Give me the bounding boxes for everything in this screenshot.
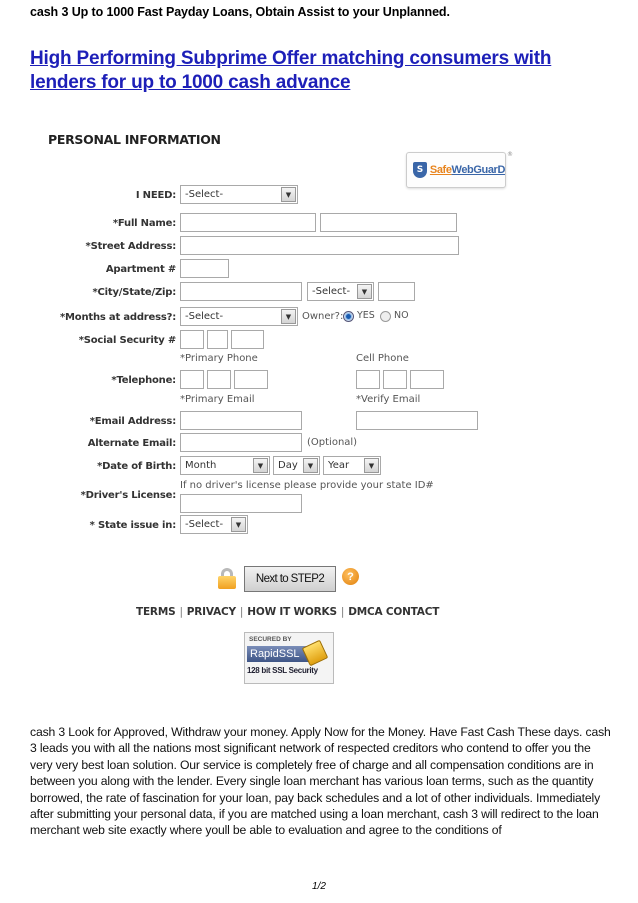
ssl-strength: 128 bit SSL Security (247, 666, 318, 675)
row-street: *Street Address: (30, 236, 520, 256)
label-email: *Email Address: (89, 415, 176, 427)
dob-day-select[interactable]: Day ▼ (273, 456, 320, 475)
verify-email-label: *Verify Email (356, 394, 421, 405)
loan-form: PERSONAL INFORMATION S SafeWebGuarD ® I … (30, 118, 520, 693)
footer-links: TERMS | PRIVACY | HOW IT WORKS | DMCA CONTACT (136, 606, 440, 618)
label-license: *Driver's License: (80, 490, 177, 501)
ssn-part1-input[interactable] (180, 330, 204, 349)
help-icon[interactable]: ? (342, 568, 359, 585)
ssn-part2-input[interactable] (207, 330, 228, 349)
row-months: *Months at address?: -Select- ▼ Owner?: … (30, 307, 520, 327)
dob-month-select[interactable]: Month ▼ (180, 456, 270, 475)
row-license: *Driver's License: (30, 490, 520, 514)
apartment-input[interactable] (180, 259, 229, 278)
phone-area-input[interactable] (180, 370, 204, 389)
optional-note: (Optional) (307, 437, 358, 448)
lock-icon (218, 568, 236, 589)
owner-no-radio[interactable] (380, 311, 391, 322)
label-telephone: *Telephone: (111, 374, 176, 386)
cell-prefix-input[interactable] (383, 370, 407, 389)
license-input[interactable] (180, 494, 302, 513)
alt-email-input[interactable] (180, 433, 302, 452)
body-paragraph: cash 3 Look for Approved, Withdraw your … (30, 725, 611, 838)
chevron-down-icon: ▼ (364, 458, 379, 473)
row-dob: *Date of Birth: Month ▼ Day ▼ Year ▼ (30, 456, 520, 476)
label-street: *Street Address: (85, 240, 177, 252)
cell-phone-label: Cell Phone (356, 353, 409, 364)
label-ssn: *Social Security # (78, 334, 176, 346)
label-full-name: *Full Name: (112, 217, 176, 229)
row-apartment: Apartment # (30, 259, 520, 279)
shield-icon: S (413, 162, 427, 178)
row-alt-email: Alternate Email: (Optional) (30, 433, 520, 453)
row-telephone: *Telephone: (30, 370, 520, 390)
ssn-part3-input[interactable] (231, 330, 264, 349)
page-number: 1/2 (312, 881, 326, 892)
chevron-down-icon: ▼ (231, 517, 246, 532)
document-header: cash 3 Up to 1000 Fast Payday Loans, Obt… (30, 5, 450, 19)
street-address-input[interactable] (180, 236, 459, 255)
dmca-contact-link[interactable]: DMCA CONTACT (348, 606, 439, 618)
owner-yes-radio[interactable] (343, 311, 354, 322)
owner-label: Owner?: (302, 311, 344, 322)
city-input[interactable] (180, 282, 302, 301)
chevron-down-icon: ▼ (281, 187, 296, 202)
zip-input[interactable] (378, 282, 415, 301)
ssl-secured-by: SECURED BY (249, 636, 292, 643)
phone-prefix-input[interactable] (207, 370, 231, 389)
months-select[interactable]: -Select- ▼ (180, 307, 298, 326)
label-state-issue: * State issue in: (89, 519, 177, 531)
row-ssn: *Social Security # (30, 330, 520, 350)
chevron-down-icon: ▼ (357, 284, 372, 299)
i-need-select[interactable]: -Select- ▼ (180, 185, 298, 204)
label-apartment: Apartment # (105, 263, 176, 275)
terms-link[interactable]: TERMS (136, 606, 176, 618)
owner-yes-label: YES (357, 310, 375, 321)
email-input[interactable] (180, 411, 302, 430)
first-name-input[interactable] (180, 213, 316, 232)
safewebguard-logo: SafeWebGuarD (429, 164, 505, 176)
privacy-link[interactable]: PRIVACY (187, 606, 236, 618)
rapidssl-badge: SECURED BY RapidSSL 128 bit SSL Security (244, 632, 334, 684)
next-step-button[interactable]: Next to STEP2 (244, 566, 336, 592)
label-alt-email: Alternate Email: (87, 437, 176, 449)
safewebguard-badge: S SafeWebGuarD ® (406, 151, 513, 188)
dob-year-select[interactable]: Year ▼ (323, 456, 381, 475)
state-issue-select[interactable]: -Select- ▼ (180, 515, 248, 534)
row-email: *Email Address: (30, 411, 520, 431)
phone-line-input[interactable] (234, 370, 268, 389)
label-city-state-zip: *City/State/Zip: (92, 286, 176, 298)
chevron-down-icon: ▼ (281, 309, 296, 324)
row-full-name: *Full Name: (30, 213, 520, 233)
state-select[interactable]: -Select- ▼ (307, 282, 374, 301)
label-dob: *Date of Birth: (97, 460, 176, 472)
cell-line-input[interactable] (410, 370, 444, 389)
heading-link[interactable]: High Performing Subprime Offer matching … (30, 47, 620, 95)
padlock-icon (301, 639, 329, 667)
last-name-input[interactable] (320, 213, 457, 232)
registered-mark: ® (507, 151, 513, 158)
row-city-state-zip: *City/State/Zip: -Select- ▼ (30, 282, 520, 302)
primary-phone-label: *Primary Phone (180, 353, 258, 364)
chevron-down-icon: ▼ (303, 458, 318, 473)
form-title: PERSONAL INFORMATION (48, 132, 221, 147)
label-months: *Months at address?: (60, 311, 176, 323)
license-hint: If no driver's license please provide yo… (180, 480, 434, 491)
owner-no-label: NO (394, 310, 409, 321)
label-i-need: I NEED: (135, 189, 176, 201)
row-i-need: I NEED: -Select- ▼ (30, 185, 520, 205)
how-it-works-link[interactable]: HOW IT WORKS (247, 606, 337, 618)
row-state-issue: * State issue in: -Select- ▼ (30, 515, 520, 535)
chevron-down-icon: ▼ (253, 458, 268, 473)
verify-email-input[interactable] (356, 411, 478, 430)
primary-email-label: *Primary Email (180, 394, 255, 405)
cell-area-input[interactable] (356, 370, 380, 389)
